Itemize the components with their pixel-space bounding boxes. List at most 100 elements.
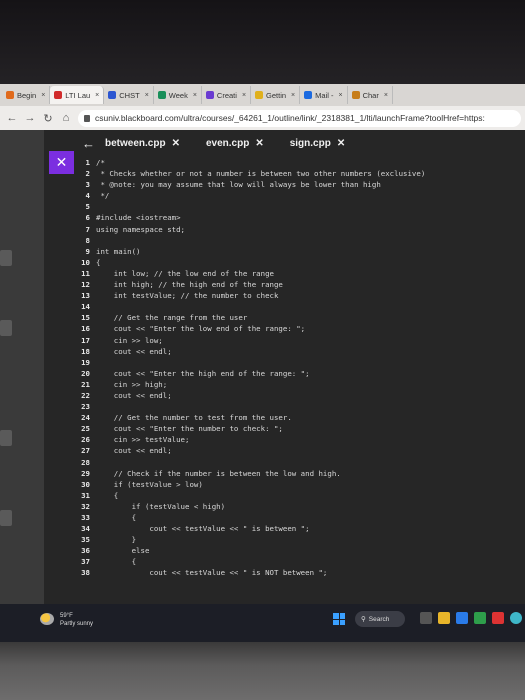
back-icon[interactable]: ← bbox=[6, 112, 18, 124]
browser-tab[interactable]: Char × bbox=[348, 86, 393, 104]
line-number: 32 bbox=[81, 501, 90, 511]
code-line: 12 int high; // the high end of the rang… bbox=[74, 280, 525, 291]
line-number: 10 bbox=[81, 257, 90, 267]
side-panel-icon[interactable] bbox=[0, 250, 12, 266]
taskbar-search[interactable]: ⚲ Search bbox=[355, 611, 405, 627]
edge-icon[interactable] bbox=[456, 612, 468, 624]
address-bar[interactable]: csuniv.blackboard.com/ultra/courses/_642… bbox=[78, 109, 521, 127]
file-tab-label: even.cpp bbox=[205, 137, 250, 149]
browser-tab[interactable]: Week × bbox=[154, 86, 202, 104]
line-number: 16 bbox=[81, 324, 90, 334]
code-text: cin >> testValue; bbox=[96, 435, 190, 445]
windows-start-icon[interactable] bbox=[333, 613, 345, 625]
favicon-icon bbox=[157, 91, 166, 99]
tab-label: CHST bbox=[119, 90, 140, 100]
line-number: 12 bbox=[81, 280, 90, 290]
code-text: cout << endl; bbox=[96, 346, 172, 356]
line-number: 21 bbox=[81, 379, 90, 389]
close-icon[interactable]: ✕ bbox=[172, 138, 180, 149]
browser-tab[interactable]: LTI Lau × bbox=[50, 86, 105, 104]
app-icon[interactable] bbox=[474, 612, 486, 624]
side-panel-icon[interactable] bbox=[0, 430, 12, 446]
weather-widget[interactable]: 59°F Partly sunny bbox=[60, 612, 93, 628]
browser-tab[interactable]: Creati × bbox=[202, 86, 252, 104]
tab-close-icon[interactable]: × bbox=[338, 92, 342, 99]
home-icon[interactable]: ⌂ bbox=[60, 112, 72, 124]
code-line: 24 // Get the number to test from the us… bbox=[74, 413, 525, 424]
line-number: 15 bbox=[81, 313, 90, 323]
file-tab-even[interactable]: even.cpp ✕ bbox=[206, 138, 264, 149]
line-number: 25 bbox=[81, 424, 90, 434]
line-number: 5 bbox=[85, 202, 90, 212]
code-line: 15 // Get the range from the user bbox=[74, 313, 525, 324]
side-panel-icon[interactable] bbox=[0, 320, 12, 336]
code-line: 17 cin >> low; bbox=[74, 336, 525, 347]
line-number: 17 bbox=[81, 335, 90, 345]
favicon-icon bbox=[304, 91, 313, 99]
tab-close-icon[interactable]: × bbox=[95, 92, 99, 99]
code-line: 27 cout << endl; bbox=[74, 446, 525, 457]
tab-close-icon[interactable]: × bbox=[193, 92, 197, 99]
code-line: 33 { bbox=[74, 513, 525, 524]
tab-close-icon[interactable]: × bbox=[41, 92, 45, 99]
chrome-icon[interactable] bbox=[510, 612, 522, 624]
code-line: 2 * Checks whether or not a number is be… bbox=[74, 169, 525, 180]
line-number: 6 bbox=[85, 213, 90, 223]
line-number: 33 bbox=[81, 513, 90, 522]
file-tab-label: between.cpp bbox=[105, 137, 166, 149]
forward-icon[interactable]: → bbox=[24, 112, 36, 124]
browser-tab[interactable]: Gettin × bbox=[251, 86, 301, 104]
file-tab-between[interactable]: between.cpp ✕ bbox=[105, 138, 180, 149]
page-content: ✕ ← between.cpp ✕ even.cpp ✕ sign.cpp ✕ … bbox=[0, 130, 525, 642]
photo-keyboard-area bbox=[0, 642, 525, 700]
close-panel-button[interactable]: ✕ bbox=[49, 151, 74, 174]
code-line: 3 * @note: you may assume that low will … bbox=[74, 180, 525, 191]
line-number: 20 bbox=[81, 368, 90, 378]
code-line: 31 { bbox=[74, 491, 525, 502]
close-icon[interactable]: ✕ bbox=[337, 138, 345, 149]
close-icon[interactable]: ✕ bbox=[255, 138, 263, 149]
code-line: 22 cout << endl; bbox=[74, 391, 525, 402]
back-arrow-icon[interactable]: ← bbox=[82, 136, 95, 151]
reload-icon[interactable]: ↻ bbox=[42, 112, 54, 125]
code-line: 8 bbox=[74, 236, 525, 247]
tab-close-icon[interactable]: × bbox=[291, 92, 295, 99]
code-line: 5 bbox=[74, 202, 525, 213]
browser-tab[interactable]: CHST × bbox=[104, 86, 154, 104]
code-text: cout << testValue << " is between "; bbox=[96, 524, 310, 534]
browser-tab[interactable]: Begin × bbox=[2, 86, 51, 104]
taskview-icon[interactable] bbox=[420, 612, 432, 624]
browser-tab[interactable]: Mail - × bbox=[300, 86, 348, 104]
line-number: 3 bbox=[85, 180, 90, 190]
code-line: 37 { bbox=[74, 557, 525, 568]
code-text: if (testValue < high) bbox=[96, 501, 226, 511]
tab-label: Gettin bbox=[266, 90, 287, 100]
code-line: 18 cout << endl; bbox=[74, 347, 525, 358]
file-tab-sign[interactable]: sign.cpp ✕ bbox=[290, 138, 346, 149]
file-explorer-icon[interactable] bbox=[438, 612, 450, 624]
code-text: // Get the range from the user bbox=[96, 313, 248, 323]
code-line: 30 if (testValue > low) bbox=[74, 480, 525, 491]
code-text: // Get the number to test from the user. bbox=[96, 413, 292, 423]
code-text: int testValue; // the number to check bbox=[96, 291, 279, 301]
weather-temp: 59°F bbox=[60, 613, 73, 619]
tab-close-icon[interactable]: × bbox=[145, 92, 149, 99]
code-text: */ bbox=[96, 191, 110, 201]
photo-top-bezel bbox=[0, 0, 525, 84]
line-number: 8 bbox=[85, 235, 90, 245]
line-number: 23 bbox=[81, 402, 90, 412]
line-number: 35 bbox=[81, 535, 90, 545]
side-panel-icon[interactable] bbox=[0, 510, 12, 526]
line-number: 14 bbox=[81, 302, 90, 312]
app-icon[interactable] bbox=[492, 612, 504, 624]
tab-label: Mail - bbox=[315, 90, 334, 100]
tab-close-icon[interactable]: × bbox=[242, 92, 246, 99]
code-line: 23 bbox=[74, 402, 525, 413]
windows-taskbar: 59°F Partly sunny ⚲ Search bbox=[0, 604, 525, 642]
tab-close-icon[interactable]: × bbox=[384, 92, 388, 99]
laptop-screen: Begin × LTI Lau × CHST × Week × Creati × Gettin × Ma… bbox=[0, 84, 525, 642]
code-line: 25 cout << "Enter the number to check: "… bbox=[74, 424, 525, 435]
code-line: 21 cin >> high; bbox=[74, 380, 525, 391]
code-text: } bbox=[96, 535, 137, 545]
code-editor[interactable]: 1 /* 2 * Checks whether or not a number is… bbox=[74, 158, 525, 642]
